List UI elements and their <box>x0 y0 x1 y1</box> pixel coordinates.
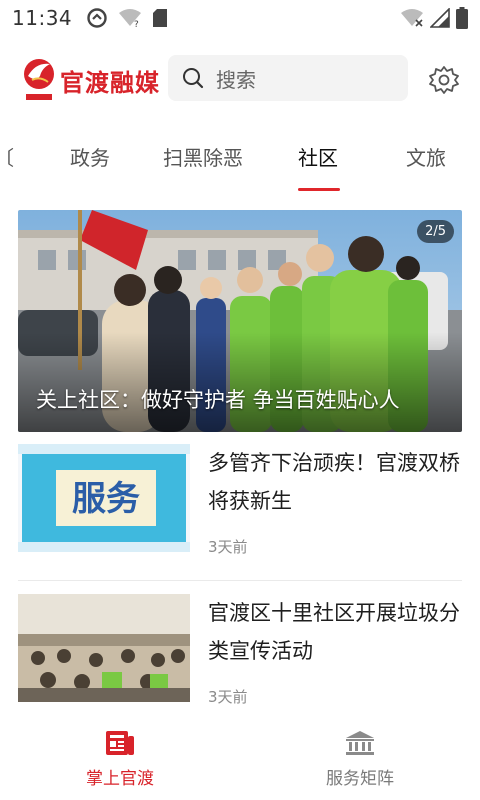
sd-card-icon <box>153 9 168 27</box>
search-placeholder: 搜索 <box>216 67 256 92</box>
thumb-text: 服务 <box>72 479 140 519</box>
bottom-navigation: 掌上官渡 服务矩阵 <box>0 720 480 800</box>
cell-signal-icon <box>430 8 450 28</box>
news-title: 多管齐下治顽疾！官渡双桥将获新生 <box>208 451 460 513</box>
news-title: 官渡区十里社区开展垃圾分类宣传活动 <box>208 601 460 663</box>
nav-label: 服务矩阵 <box>326 769 394 789</box>
nav-item-fuwu[interactable]: 服务矩阵 <box>240 730 480 800</box>
data-saver-icon <box>87 8 107 28</box>
news-item[interactable]: 服务 多管齐下治顽疾！官渡双桥将获新生 3天前 <box>18 444 462 580</box>
settings-button[interactable] <box>424 60 464 100</box>
tab-shequ[interactable]: 社区 <box>298 142 338 171</box>
nav-label: 掌上官渡 <box>86 769 154 789</box>
news-thumbnail: 服务 <box>18 444 190 552</box>
news-thumbnail <box>18 594 190 702</box>
tab-saohei[interactable]: 扫黑除恶 <box>163 142 243 171</box>
status-bar: 11:34 ? <box>0 0 480 36</box>
tab-zhengwu[interactable]: 政务 <box>70 142 110 171</box>
news-item[interactable]: 官渡区十里社区开展垃圾分类宣传活动 3天前 <box>18 594 462 730</box>
news-time: 3天前 <box>208 538 248 556</box>
app-logo: 官渡融媒 <box>20 54 168 106</box>
wifi-off-icon <box>401 9 423 27</box>
category-tabs: 〔 政务 扫黑除恶 社区 文旅 <box>0 128 480 192</box>
status-time: 11:34 <box>12 6 73 30</box>
wifi-question-icon: ? <box>119 9 142 28</box>
battery-icon <box>456 7 468 29</box>
tab-partial-left[interactable]: 〔 <box>0 142 14 171</box>
bank-icon <box>346 731 374 755</box>
gear-icon <box>429 66 459 94</box>
tab-wenlv[interactable]: 文旅 <box>406 142 446 171</box>
news-icon <box>106 731 134 755</box>
search-icon <box>183 68 204 89</box>
search-input[interactable]: 搜索 <box>168 55 408 101</box>
banner-page-counter: 2/5 <box>417 220 454 243</box>
nav-item-zhangshang[interactable]: 掌上官渡 <box>0 730 240 800</box>
app-header: 官渡融媒 搜索 <box>0 44 480 116</box>
logo-text: 官渡融媒 <box>60 67 160 97</box>
tab-active-indicator <box>298 188 340 191</box>
news-time: 3天前 <box>208 688 248 706</box>
banner-caption: 关上社区：做好守护者 争当百姓贴心人 <box>36 388 400 412</box>
logo-emblem-icon <box>20 54 58 106</box>
divider <box>18 580 462 581</box>
banner-carousel[interactable]: 2/5 关上社区：做好守护者 争当百姓贴心人 <box>18 210 462 432</box>
svg-text:?: ? <box>134 20 139 28</box>
